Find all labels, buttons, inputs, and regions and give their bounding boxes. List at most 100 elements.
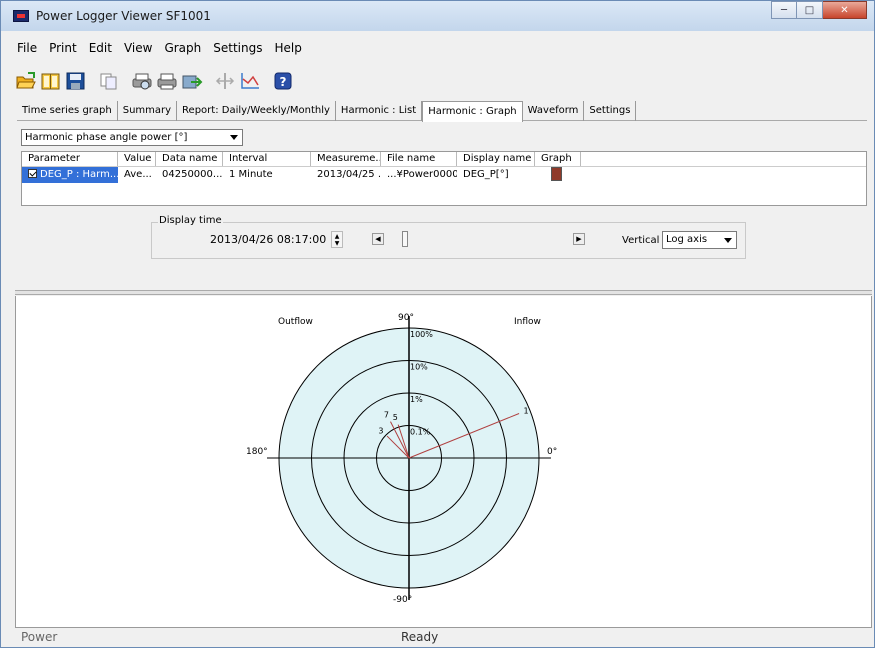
time-scroll-right-button[interactable]: ▶	[573, 233, 585, 245]
window-title: Power Logger Viewer SF1001	[36, 9, 211, 23]
minimize-button[interactable]: ─	[771, 1, 797, 19]
tab-summary[interactable]: Summary	[118, 101, 178, 121]
print-icon	[157, 73, 177, 90]
cell-file-name: ...¥Power0000	[387, 169, 457, 180]
tab-waveform[interactable]: Waveform	[523, 101, 585, 121]
app-window: Power Logger Viewer SF1001 ─ □ ✕ File Pr…	[0, 0, 875, 648]
help-button[interactable]: ?	[272, 70, 294, 92]
tab-report[interactable]: Report: Daily/Weekly/Monthly	[177, 101, 336, 121]
app-icon	[13, 10, 29, 22]
parameter-text: DEG_P : Harm...	[40, 169, 118, 180]
angle-label-minus90: -90°	[393, 595, 412, 605]
cursor-button[interactable]	[214, 70, 236, 92]
vertical-axis-select[interactable]: Log axis	[662, 231, 737, 249]
export-button[interactable]	[181, 70, 203, 92]
menu-file-label: File	[17, 41, 38, 55]
angle-label-90: 90°	[398, 313, 414, 323]
parameter-table: Parameter Value Data name Interval Measu…	[21, 151, 867, 206]
table-header: Parameter Value Data name Interval Measu…	[22, 152, 866, 167]
ring-label: 100%	[410, 330, 433, 339]
col-measurement[interactable]: Measureme...	[311, 152, 381, 166]
menu-view-label: View	[123, 41, 153, 55]
open-button[interactable]	[15, 70, 37, 92]
svg-text:?: ?	[280, 75, 287, 89]
menu-graph[interactable]: Graph	[158, 40, 207, 56]
menu-edit-label: Edit	[88, 41, 112, 55]
table-row[interactable]: DEG_P : Harm... Ave... 04250000... 1 Min…	[22, 167, 866, 183]
menu-settings[interactable]: Settings	[207, 40, 268, 56]
toolbar: ?	[15, 69, 297, 93]
chevron-down-icon	[724, 238, 732, 243]
tab-harmonic-list[interactable]: Harmonic : List	[336, 101, 423, 121]
menu-settings-label: Settings	[213, 41, 263, 55]
tab-harmonic-graph[interactable]: Harmonic : Graph	[422, 101, 523, 122]
graph-color-swatch[interactable]	[551, 167, 562, 181]
col-display-name[interactable]: Display name	[457, 152, 535, 166]
ring-label: 0.1%	[410, 428, 431, 437]
close-button[interactable]: ✕	[823, 1, 867, 19]
display-time-input[interactable]: 2013/04/26 08:17:00	[210, 231, 330, 248]
menu-view[interactable]: View	[118, 40, 158, 56]
time-scroll-left-button[interactable]: ◀	[372, 233, 384, 245]
col-graph[interactable]: Graph	[535, 152, 581, 166]
export-icon	[182, 75, 203, 89]
graph-type-select[interactable]: Harmonic phase angle power [°]	[21, 129, 243, 146]
book-button[interactable]	[40, 70, 62, 92]
row-checkbox[interactable]	[28, 169, 37, 178]
angle-label-0: 0°	[547, 447, 557, 457]
status-left: Power	[21, 630, 58, 644]
print-button[interactable]	[156, 70, 178, 92]
menu-graph-label: Graph	[164, 41, 202, 55]
ring-label: 10%	[410, 363, 428, 372]
ring-label: 1%	[410, 395, 423, 404]
spin-up-icon: ▲	[334, 232, 340, 240]
graph-settings-icon	[241, 73, 259, 89]
outflow-label: Outflow	[278, 317, 313, 327]
cell-measurement: 2013/04/25 ...	[317, 169, 381, 180]
graph-settings-button[interactable]	[239, 70, 261, 92]
close-icon: ✕	[840, 4, 849, 16]
arrow-left-icon: ◀	[375, 235, 381, 243]
harmonic-order-label: 1	[524, 407, 529, 416]
open-folder-icon	[16, 72, 36, 89]
save-button[interactable]	[65, 70, 87, 92]
col-interval[interactable]: Interval	[223, 152, 311, 166]
menu-print[interactable]: Print	[43, 40, 83, 56]
menu-print-label: Print	[49, 41, 77, 55]
col-file-name[interactable]: File name	[381, 152, 457, 166]
tab-settings[interactable]: Settings	[584, 101, 637, 121]
status-bar: Power Ready	[15, 629, 872, 647]
cell-graph	[535, 167, 581, 183]
maximize-button[interactable]: □	[797, 1, 823, 19]
copy-button[interactable]	[98, 70, 120, 92]
arrow-right-icon: ▶	[576, 235, 582, 243]
menu-help[interactable]: Help	[268, 40, 307, 56]
print-preview-button[interactable]	[131, 70, 153, 92]
vertical-label: Vertical	[622, 235, 660, 246]
inflow-label: Inflow	[514, 317, 541, 327]
book-icon	[41, 73, 60, 90]
tab-time-series-graph[interactable]: Time series graph	[17, 101, 118, 121]
menu-help-label: Help	[274, 41, 302, 55]
col-data-name[interactable]: Data name	[156, 152, 223, 166]
col-parameter[interactable]: Parameter	[22, 152, 118, 166]
display-time-spinner[interactable]: ▲ ▼	[331, 231, 343, 248]
status-ready: Ready	[401, 630, 439, 644]
display-time-legend: Display time	[158, 215, 223, 226]
chevron-down-icon	[230, 135, 238, 140]
title-bar[interactable]: Power Logger Viewer SF1001 ─ □ ✕	[1, 1, 874, 31]
vertical-axis-value: Log axis	[666, 234, 708, 245]
graph-pane: 100% 10% 1% 0.1% 1 3 57 Outflow Inflow 90° 18…	[15, 296, 872, 628]
graph-type-value: Harmonic phase angle power [°]	[25, 132, 188, 143]
col-value[interactable]: Value	[118, 152, 156, 166]
polar-chart: 100% 10% 1% 0.1% 1 3 57 Outflow Inflow 90° 18…	[246, 313, 557, 605]
copy-icon	[100, 73, 117, 90]
time-scroll-thumb[interactable]	[402, 231, 408, 247]
menu-edit[interactable]: Edit	[83, 40, 118, 56]
minimize-icon: ─	[780, 4, 788, 16]
cell-parameter: DEG_P : Harm...	[22, 167, 118, 183]
harmonic-order-label: 3	[378, 426, 383, 435]
menu-file[interactable]: File	[11, 40, 43, 56]
pane-splitter[interactable]	[15, 290, 872, 295]
menu-bar: File Print Edit View Graph Settings Help	[11, 40, 308, 56]
